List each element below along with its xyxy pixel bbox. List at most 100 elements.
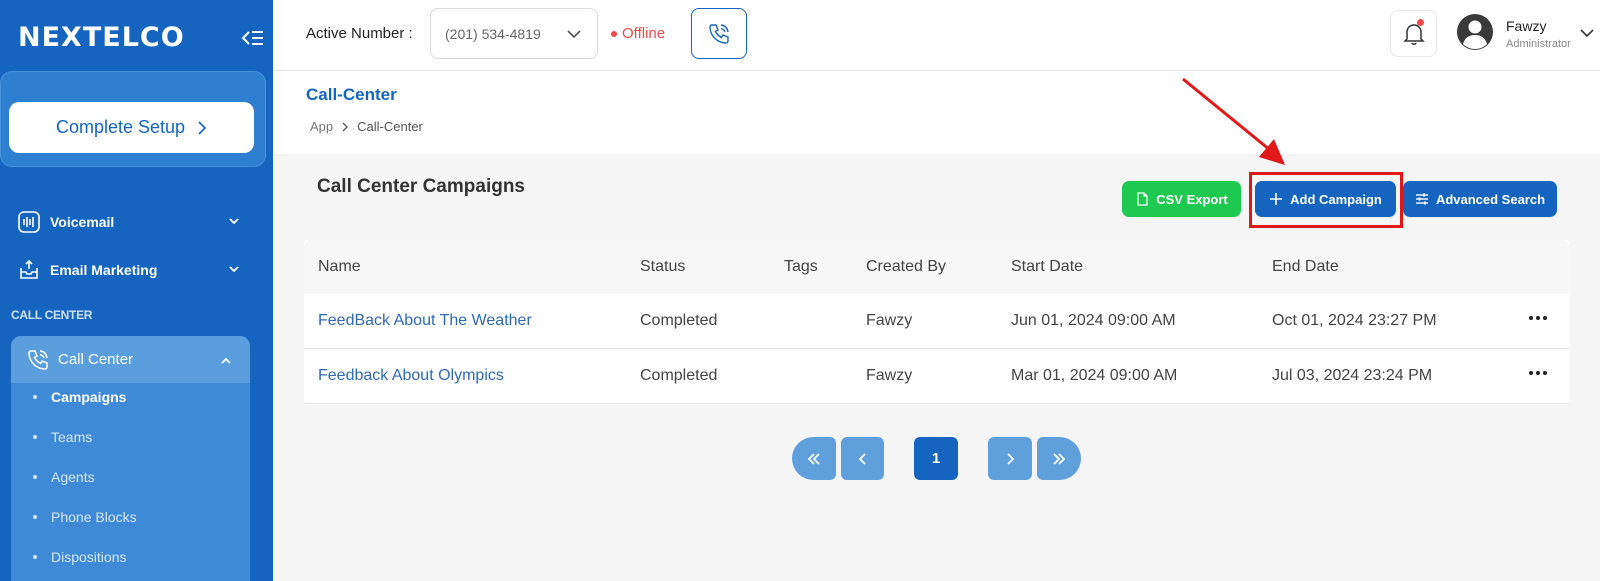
chevron-right-icon [198,120,207,135]
user-name: Fawzy [1506,18,1547,34]
sidebar-item-voicemail[interactable]: Voicemail [18,207,248,237]
campaign-end-date: Oct 01, 2024 23:27 PM [1272,312,1437,329]
complete-setup-button[interactable]: Complete Setup [9,102,254,153]
status-indicator: Offline [611,25,665,42]
setup-panel: Complete Setup [0,71,266,167]
phone-call-icon [28,349,48,370]
chevron-right-icon [342,122,349,131]
advanced-search-button[interactable]: Advanced Search [1403,181,1557,217]
sidebar-section-label: CALL CENTER [11,308,93,322]
page-title: Call-Center [306,85,397,104]
breadcrumb-item-app[interactable]: App [310,119,333,134]
column-header-created-by[interactable]: Created By [866,258,946,276]
campaign-status: Completed [640,367,718,384]
status-text: Offline [622,25,666,42]
table-row: Feedback About Olympics Completed Fawzy … [304,349,1570,404]
complete-setup-label: Complete Setup [55,117,186,137]
chevron-up-icon [221,357,231,364]
bullet-dot [33,395,37,399]
topbar: Active Number : (201) 534-4819 Offline F… [273,0,1600,71]
active-number-select[interactable]: (201) 534-4819 [430,8,598,59]
more-options-icon[interactable] [1527,310,1549,326]
bullet-dot [33,475,37,479]
page-header: Call-Center App Call-Center [273,71,1600,154]
chevrons-right-icon [1053,452,1066,465]
breadcrumb: App Call-Center [310,119,423,134]
user-role: Administrator [1506,38,1571,50]
sliders-icon [1415,193,1428,205]
chevron-down-icon [229,266,239,273]
column-header-name[interactable]: Name [318,258,361,276]
brand-logo: NEXTELCO [18,22,185,53]
sidebar-subitem-agents[interactable]: Agents [33,469,95,485]
section-title: Call Center Campaigns [317,176,525,197]
campaign-created-by: Fawzy [866,312,913,329]
active-number-label: Active Number : [306,25,413,42]
notifications-button[interactable] [1390,10,1437,57]
column-header-tags[interactable]: Tags [784,258,818,276]
sidebar-subitem-campaigns[interactable]: Campaigns [33,389,126,405]
phone-call-icon [709,23,729,44]
sidebar-item-label: Voicemail [50,214,115,230]
sidebar-subitem-teams[interactable]: Teams [33,429,92,445]
chevron-right-icon [1007,452,1015,465]
table-row: FeedBack About The Weather Completed Faw… [304,294,1570,349]
sidebar-item-label: Call Center [58,351,134,368]
sidebar-item-call-center[interactable]: Call Center [11,336,250,383]
sidebar-subitem-dispositions[interactable]: Dispositions [33,549,126,565]
campaign-status: Completed [640,312,718,329]
csv-export-label: CSV Export [1156,191,1228,207]
add-campaign-button[interactable]: Add Campaign [1255,181,1396,217]
more-options-icon[interactable] [1527,365,1549,381]
column-header-start-date[interactable]: Start Date [1011,258,1083,276]
user-menu[interactable]: Fawzy Administrator [1452,10,1600,57]
plus-icon [1270,193,1283,205]
pagination-next-button[interactable] [988,437,1032,480]
campaign-end-date: Jul 03, 2024 23:24 PM [1272,367,1433,384]
pagination-last-button[interactable] [1037,437,1081,480]
column-header-status[interactable]: Status [640,258,685,276]
sidebar-subitem-label: Dispositions [51,549,127,565]
sidebar-item-email-marketing[interactable]: Email Marketing [18,255,248,285]
file-icon [1137,192,1148,206]
campaign-start-date: Mar 01, 2024 09:00 AM [1011,367,1178,384]
dialer-button[interactable] [691,8,747,59]
chevron-down-icon [567,30,581,39]
status-dot [611,30,617,37]
breadcrumb-item-current: Call-Center [357,119,423,134]
call-center-group: Call Center Campaigns Teams Agents Phone… [11,336,250,581]
pagination-first-button[interactable] [792,437,836,480]
sidebar-subitem-label: Agents [51,469,95,485]
chevron-down-icon [229,218,239,225]
avatar [1457,14,1493,50]
chevron-down-icon [1580,29,1594,38]
notification-badge [1417,19,1424,26]
voicemail-icon [18,211,40,233]
sidebar-subitem-label: Phone Blocks [51,509,137,525]
csv-export-button[interactable]: CSV Export [1122,181,1241,217]
bullet-dot [33,515,37,519]
pagination-page-button[interactable]: 1 [914,437,958,480]
sidebar-collapse-icon[interactable] [240,27,264,49]
campaigns-table: Name Status Tags Created By Start Date E… [304,240,1570,405]
add-campaign-label: Add Campaign [1290,191,1382,207]
bullet-dot [33,435,37,439]
campaign-created-by: Fawzy [866,367,913,384]
column-header-end-date[interactable]: End Date [1272,258,1339,276]
chevrons-left-icon [807,452,820,465]
campaign-name-link[interactable]: Feedback About Olympics [318,367,504,385]
campaign-name-link[interactable]: FeedBack About The Weather [318,312,532,330]
email-inbox-icon [20,259,38,279]
advanced-search-label: Advanced Search [1435,191,1546,207]
pagination-prev-button[interactable] [841,437,884,480]
table-header: Name Status Tags Created By Start Date E… [304,240,1570,294]
campaign-start-date: Jun 01, 2024 09:00 AM [1011,312,1176,329]
active-number-value: (201) 534-4819 [445,25,541,42]
sidebar-subitem-label: Teams [51,429,93,445]
sidebar-subitem-label: Campaigns [51,389,127,405]
chevron-left-icon [858,452,866,465]
bullet-dot [33,555,37,559]
sidebar-item-label: Email Marketing [50,262,158,278]
sidebar: NEXTELCO Complete Setup Voicemail Email … [0,0,273,581]
sidebar-subitem-phone-blocks[interactable]: Phone Blocks [33,509,137,525]
